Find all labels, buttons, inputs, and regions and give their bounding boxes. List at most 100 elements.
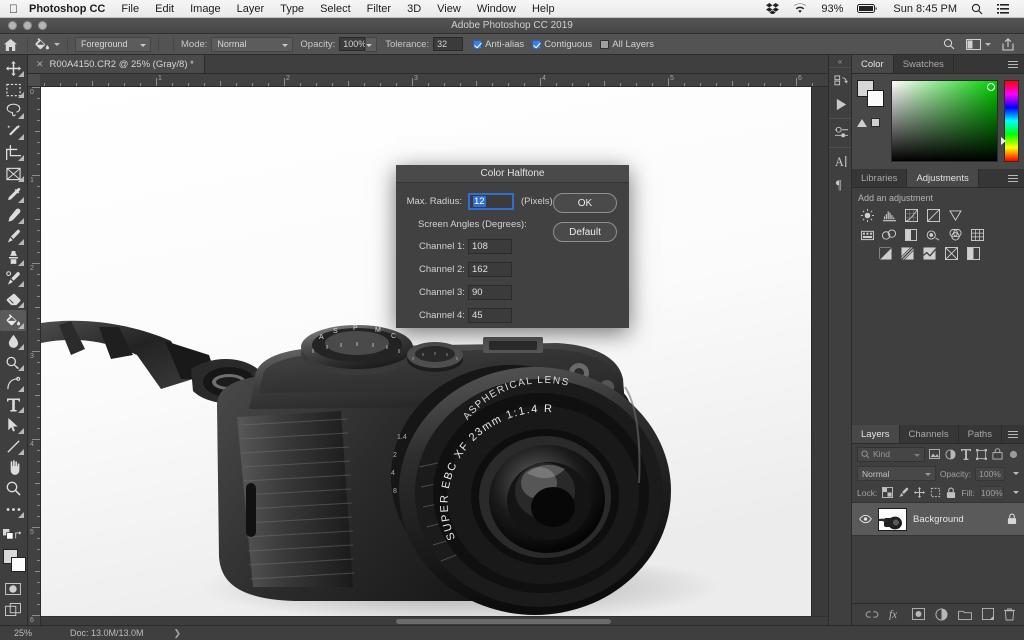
default-colors-icon[interactable] [3,526,14,544]
zoom-level[interactable]: 25% [0,628,46,638]
max-radius-input[interactable]: 12 [468,193,514,210]
tab-color[interactable]: Color [852,55,894,73]
new-adjustment-icon[interactable] [935,606,948,624]
color-field[interactable] [891,80,998,162]
move-tool[interactable] [0,58,26,79]
color-panel-swatches[interactable] [857,80,885,110]
layer-thumbnail[interactable] [878,507,907,531]
screen-mode-icon[interactable] [0,599,26,620]
tab-swatches[interactable]: Swatches [894,55,954,73]
magic-wand-tool[interactable] [0,121,26,142]
chevron-down-icon[interactable] [1013,491,1019,494]
eyedropper-tool[interactable] [0,184,26,205]
actions-play-icon[interactable] [829,93,853,115]
wifi-icon[interactable] [786,0,814,18]
menu-bar-clock[interactable]: Sun 8:45 PM [886,0,964,18]
eraser-tool[interactable] [0,289,26,310]
contiguous-checkbox[interactable]: Contiguous [532,39,592,50]
new-layer-icon[interactable] [982,606,994,624]
channel-4-input[interactable]: 45 [468,308,512,323]
pen-tool[interactable] [0,373,26,394]
color-halftone-dialog[interactable]: Color Halftone Max. Radius: 12 (Pixels) … [396,165,629,328]
hue-saturation-icon[interactable] [858,227,876,242]
delete-layer-icon[interactable] [1004,606,1015,624]
add-mask-icon[interactable] [912,606,925,624]
frame-tool[interactable] [0,163,26,184]
tab-layers[interactable]: Layers [852,425,900,443]
layer-blend-mode-select[interactable]: Normal [857,466,936,481]
line-tool[interactable] [0,436,26,457]
vertical-ruler[interactable]: 0 1 2 3 4 5 6 [28,87,41,625]
collapse-panels-icon[interactable]: « [829,57,851,67]
clone-stamp-tool[interactable] [0,247,26,268]
fill-source-select[interactable]: Foreground [75,36,151,52]
menu-filter[interactable]: Filter [359,0,399,18]
filter-smart-object-icon[interactable] [992,448,1004,461]
hue-slider[interactable] [1001,80,1019,162]
paragraph-icon[interactable]: ¶ [829,173,853,195]
curves-icon[interactable] [902,208,920,223]
threshold-icon[interactable] [920,246,938,261]
web-safe-swatch-icon[interactable] [871,118,880,127]
channel-1-input[interactable]: 108 [468,239,512,254]
layer-style-fx-icon[interactable]: fx [889,606,902,624]
horizontal-ruler[interactable]: 123456789 [28,74,828,87]
paint-bucket-tool[interactable] [0,310,26,331]
tab-channels[interactable]: Channels [900,425,959,443]
panel-menu-icon[interactable] [1008,55,1024,73]
panel-menu-icon[interactable] [1008,169,1024,187]
opacity-input[interactable]: 100% [339,37,366,51]
all-layers-checkbox[interactable]: All Layers [600,39,654,50]
search-icon[interactable] [943,38,955,50]
posterize-icon[interactable] [898,246,916,261]
menu-help[interactable]: Help [524,0,563,18]
lasso-tool[interactable] [0,100,26,121]
filter-adjustment-icon[interactable] [945,448,957,461]
color-picker-marker[interactable] [987,83,995,91]
control-center-icon[interactable] [990,0,1016,18]
lock-icon[interactable] [1007,510,1017,528]
chevron-down-icon[interactable] [54,42,60,46]
blur-tool[interactable] [0,331,26,352]
ruler-origin[interactable] [28,74,40,86]
close-icon[interactable]: ✕ [36,59,44,70]
dropbox-icon[interactable] [759,0,786,18]
channel-mixer-icon[interactable] [946,227,964,242]
apple-icon[interactable]:  [0,3,29,15]
brightness-contrast-icon[interactable] [858,208,876,223]
channel-2-input[interactable]: 162 [468,262,512,277]
healing-brush-tool[interactable] [0,205,26,226]
scrollbar-thumb[interactable] [396,619,611,624]
photo-filter-icon[interactable] [924,227,942,242]
foreground-background-colors[interactable] [2,548,28,574]
menu-3d[interactable]: 3D [399,0,429,18]
marquee-tool[interactable] [0,79,26,100]
gamut-warning-icon[interactable] [857,118,867,127]
opacity-stepper[interactable] [365,36,378,52]
home-icon[interactable] [0,37,20,51]
tab-libraries[interactable]: Libraries [852,169,908,187]
fill-value[interactable]: 100% [979,485,1004,500]
filter-type-icon[interactable] [960,448,972,461]
vibrance-icon[interactable] [946,208,964,223]
layer-name[interactable]: Background [913,514,1001,525]
history-icon[interactable] [829,71,853,93]
tolerance-input[interactable]: 32 [433,37,464,51]
gradient-map-icon[interactable] [942,246,960,261]
menu-image[interactable]: Image [182,0,229,18]
quick-mask-icon[interactable] [0,578,26,599]
canvas-horizontal-scrollbar[interactable] [41,616,828,625]
new-group-icon[interactable] [958,606,972,624]
history-brush-tool[interactable] [0,268,26,289]
document-tab[interactable]: ✕ R00A4150.CR2 @ 25% (Gray/8) * [28,55,205,73]
color-lookup-icon[interactable] [968,227,986,242]
channel-3-input[interactable]: 90 [468,285,512,300]
properties-icon[interactable] [829,122,853,144]
layer-filter-kind-select[interactable]: Kind [857,446,925,462]
menu-view[interactable]: View [429,0,469,18]
layer-row-background[interactable]: Background [852,502,1024,536]
background-color-swatch[interactable] [867,90,884,107]
menu-edit[interactable]: Edit [147,0,182,18]
ok-button[interactable]: OK [553,193,617,213]
selective-color-icon[interactable] [964,246,982,261]
